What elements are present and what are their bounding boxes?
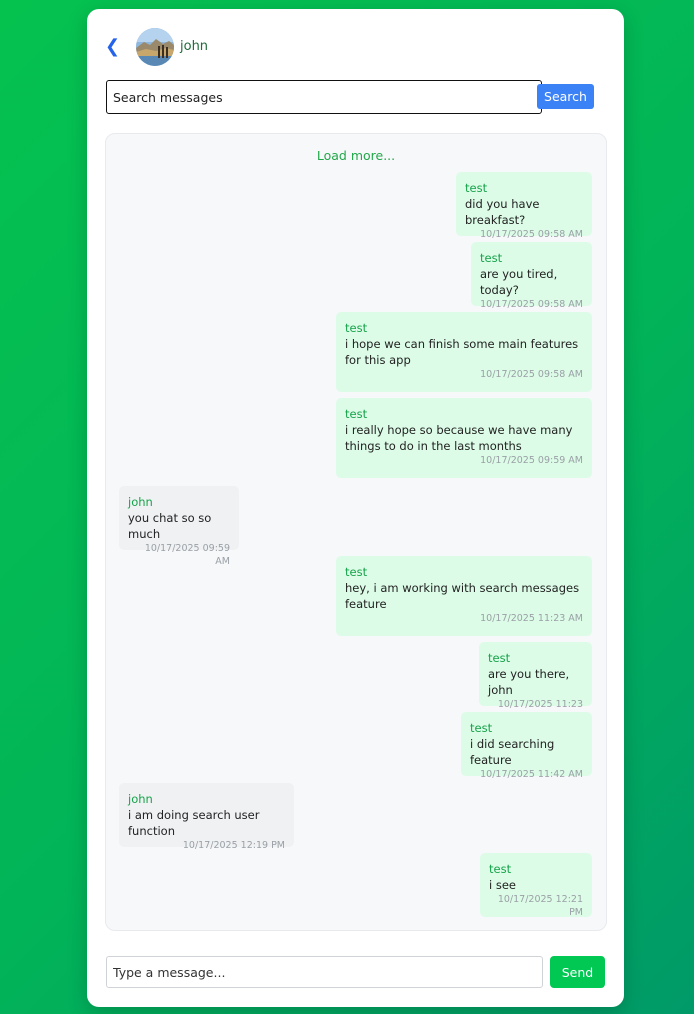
message-time: 10/17/2025 12:19 PM (182, 840, 285, 851)
message-text: hey, i am working with search messages f… (345, 581, 580, 611)
message-sender: test (480, 251, 503, 265)
message-sender: test (470, 721, 493, 735)
message-time: 10/17/2025 09:59 AM (480, 455, 583, 466)
message-time: 10/17/2025 09:59 AM (144, 543, 230, 567)
avatar (136, 28, 174, 66)
message-sender: test (345, 407, 368, 421)
message-bubble: test i see 10/17/2025 12:21 PM (480, 853, 592, 918)
chat-window: ❮ john Search Load more... test did you … (87, 9, 624, 1007)
search-messages-input[interactable] (106, 80, 542, 114)
chat-header: ❮ john (87, 9, 624, 85)
message-text: i hope we can finish some main features … (345, 337, 579, 367)
message-input[interactable] (106, 956, 543, 988)
message-list[interactable]: Load more... test did you have breakfast… (105, 133, 607, 931)
message-sender: test (345, 321, 368, 335)
message-time: 10/17/2025 12:21 PM (497, 894, 583, 918)
message-bubble: john i am doing search user function 10/… (119, 783, 294, 851)
message-time: 10/17/2025 09:58 AM (480, 229, 583, 240)
message-text: i am doing search user function (128, 808, 260, 838)
message-sender: test (345, 565, 368, 579)
message-text: i really hope so because we have many th… (345, 423, 573, 453)
message-text: i did searching feature (470, 737, 555, 767)
message-time: 10/17/2025 11:23 AM (480, 613, 583, 624)
load-more-link[interactable]: Load more... (106, 148, 606, 163)
message-bubble: test i really hope so because we have ma… (336, 398, 592, 478)
message-bubble: test i did searching feature 10/17/2025 … (461, 712, 592, 780)
message-bubble: test i hope we can finish some main feat… (336, 312, 592, 392)
message-text: did you have breakfast? (465, 197, 540, 227)
message-bubble: test are you tired, today? 10/17/2025 09… (471, 242, 592, 310)
search-button[interactable]: Search (537, 84, 594, 109)
message-sender: test (488, 651, 511, 665)
message-bubble: test did you have breakfast? 10/17/2025 … (456, 172, 592, 240)
message-bubble: test hey, i am working with search messa… (336, 556, 592, 636)
message-sender: test (489, 862, 512, 876)
message-sender: john (128, 792, 153, 806)
message-sender: john (128, 495, 153, 509)
send-button[interactable]: Send (550, 956, 605, 988)
message-text: i see (489, 878, 516, 892)
message-bubble: test are you there, john 10/17/2025 11:2… (479, 642, 592, 723)
message-text: you chat so so much (128, 511, 212, 541)
message-time: 10/17/2025 09:58 AM (480, 369, 583, 380)
message-time: 10/17/2025 09:58 AM (480, 299, 583, 310)
chevron-left-icon[interactable]: ❮ (105, 36, 120, 58)
message-text: are you tired, today? (480, 267, 558, 297)
message-bubble: john you chat so so much 10/17/2025 09:5… (119, 486, 239, 567)
message-time: 10/17/2025 11:42 AM (480, 769, 583, 780)
message-text: are you there, john (488, 667, 570, 697)
chat-username: john (180, 39, 209, 54)
message-sender: test (465, 181, 488, 195)
